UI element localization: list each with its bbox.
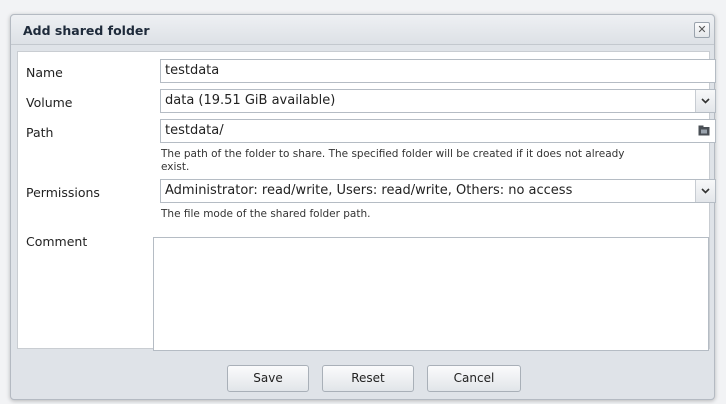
folder-icon[interactable] [698,125,710,136]
permissions-select-value: Administrator: read/write, Users: read/w… [165,183,573,198]
path-help-line1: The path of the folder to share. The spe… [161,148,625,160]
chevron-down-icon[interactable] [695,90,715,112]
volume-select-value: data (19.51 GiB available) [165,93,336,108]
name-input-value: testdata [165,63,220,78]
dialog-title: Add shared folder [23,23,150,38]
volume-select[interactable]: data (19.51 GiB available) [160,89,716,113]
dialog-titlebar: Add shared folder ✕ [11,15,714,45]
name-input[interactable]: testdata [160,59,716,83]
permissions-help: The file mode of the shared folder path. [161,208,371,220]
path-input-value: testdata/ [165,123,224,138]
chevron-down-icon[interactable] [695,180,715,202]
permissions-label: Permissions [26,185,100,200]
name-label: Name [26,65,63,80]
reset-button[interactable]: Reset [322,365,414,392]
path-label: Path [26,125,54,140]
cancel-button[interactable]: Cancel [427,365,521,392]
path-input[interactable]: testdata/ [160,119,716,143]
path-help-line2: exist. [161,161,190,173]
comment-label: Comment [26,234,88,249]
comment-textarea[interactable] [153,237,709,351]
volume-label: Volume [26,95,73,110]
permissions-select[interactable]: Administrator: read/write, Users: read/w… [160,179,716,203]
add-shared-folder-dialog: Add shared folder ✕ Name testdata Volume… [10,14,716,400]
close-icon[interactable]: ✕ [694,22,710,38]
save-button[interactable]: Save [227,365,309,392]
